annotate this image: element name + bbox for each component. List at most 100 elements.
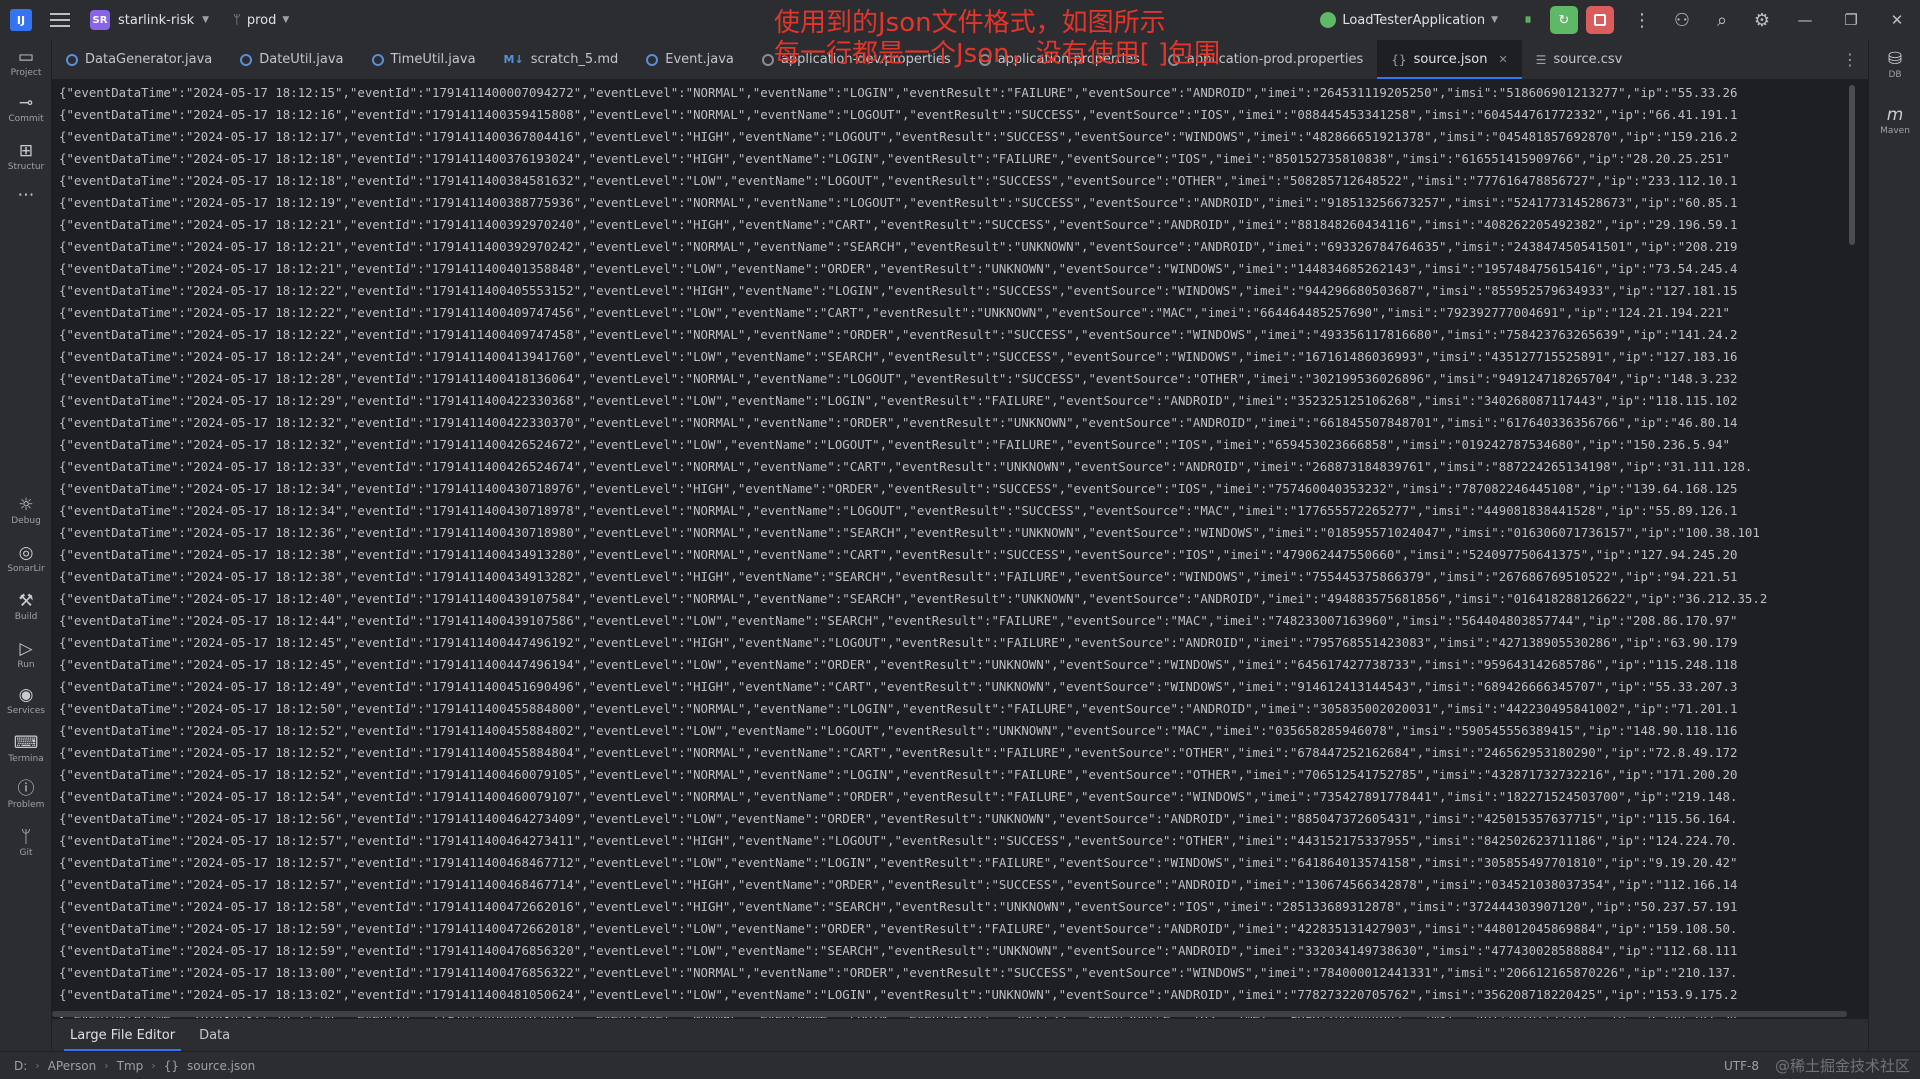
add-user-icon[interactable]: ⚇ bbox=[1662, 0, 1702, 40]
tab-event-java[interactable]: Event.java bbox=[632, 40, 748, 79]
tab-label: DateUtil.java bbox=[259, 52, 344, 67]
code-line: {"eventDataTime":"2024-05-17 18:12:18","… bbox=[59, 151, 1730, 166]
code-line: {"eventDataTime":"2024-05-17 18:12:44","… bbox=[59, 613, 1738, 628]
code-line: {"eventDataTime":"2024-05-17 18:12:18","… bbox=[59, 173, 1738, 188]
tool-label: Termina bbox=[8, 754, 44, 764]
services-icon: ◉ bbox=[18, 685, 34, 705]
build-icon: ⚒ bbox=[18, 591, 34, 611]
project-badge: SR bbox=[90, 10, 110, 30]
file-encoding[interactable]: UTF-8 bbox=[1724, 1059, 1759, 1073]
code-line: {"eventDataTime":"2024-05-17 18:12:59","… bbox=[59, 921, 1738, 936]
tool-label: Project bbox=[10, 68, 42, 78]
tool-folder[interactable]: ▭ Project bbox=[0, 46, 52, 78]
tool-git[interactable]: ᛘ Git bbox=[0, 826, 52, 858]
title-bar-actions: LoadTesterApplication ▼ ⏸ ↻ ⋮ ⚇ ⌕ ⚙ — ❐ … bbox=[1320, 0, 1920, 40]
tab-source-json[interactable]: {} source.json ✕ bbox=[1377, 40, 1523, 79]
horizontal-scrollbar[interactable] bbox=[52, 1010, 1856, 1018]
breadcrumb-item[interactable]: source.json bbox=[187, 1059, 255, 1073]
tab-scratch-5-md[interactable]: M↓ scratch_5.md bbox=[490, 40, 633, 79]
code-line: {"eventDataTime":"2024-05-17 18:12:24","… bbox=[59, 349, 1738, 364]
json-file-icon: {} bbox=[1391, 52, 1407, 67]
settings-gear-icon[interactable]: ⚙ bbox=[1742, 0, 1782, 40]
search-icon[interactable]: ⌕ bbox=[1702, 0, 1742, 40]
tool-terminal[interactable]: ⌨ Termina bbox=[0, 732, 52, 764]
code-line: {"eventDataTime":"2024-05-17 18:12:38","… bbox=[59, 569, 1738, 584]
run-configuration-name: LoadTesterApplication bbox=[1342, 12, 1486, 28]
pause-icon[interactable]: ⏸ bbox=[1514, 6, 1542, 34]
code-line: {"eventDataTime":"2024-05-17 18:12:49","… bbox=[59, 679, 1738, 694]
tab-datagenerator-java[interactable]: DataGenerator.java bbox=[52, 40, 226, 79]
project-selector[interactable]: SR starlink-risk ▼ bbox=[90, 10, 209, 30]
breadcrumb-item[interactable]: Tmp bbox=[117, 1059, 144, 1073]
annotation-line-2: 每一行都是一个Json，没有使用[ ]包围 bbox=[774, 39, 1221, 69]
tab-dateutil-java[interactable]: DateUtil.java bbox=[226, 40, 357, 79]
status-right: UTF-8 @稀土掘金技术社区 bbox=[1724, 1052, 1910, 1079]
branch-selector[interactable]: ᛘ prod ▼ bbox=[233, 13, 289, 28]
code-line: {"eventDataTime":"2024-05-17 18:12:57","… bbox=[59, 877, 1738, 892]
editor-view-tab-large-file-editor[interactable]: Large File Editor bbox=[58, 1019, 187, 1051]
code-line: {"eventDataTime":"2024-05-17 18:12:34","… bbox=[59, 503, 1738, 518]
tool-label: Structur bbox=[7, 162, 45, 172]
annotation-line-1: 使用到的Json文件格式，如图所示 bbox=[774, 8, 1166, 38]
chevron-down-icon: ▼ bbox=[282, 15, 290, 25]
tab-label: TimeUtil.java bbox=[390, 52, 476, 67]
code-line: {"eventDataTime":"2024-05-17 18:12:45","… bbox=[59, 657, 1738, 672]
tool-problems[interactable]: ⓘ Problem bbox=[0, 778, 52, 810]
code-line: {"eventDataTime":"2024-05-17 18:12:22","… bbox=[59, 283, 1738, 298]
tool-commit[interactable]: ⊸ Commit bbox=[0, 92, 52, 124]
java-class-icon bbox=[66, 53, 78, 66]
tool-sonarlint[interactable]: ◎ SonarLir bbox=[0, 542, 52, 574]
tab-label: DataGenerator.java bbox=[85, 52, 213, 67]
tool-run[interactable]: ▷ Run bbox=[0, 638, 52, 670]
tool-label: Build bbox=[14, 612, 38, 622]
tool-label: Problem bbox=[7, 800, 45, 810]
more-actions-icon[interactable]: ⋮ bbox=[1622, 0, 1662, 40]
commit-icon: ⊸ bbox=[18, 93, 34, 113]
java-class-icon bbox=[646, 53, 659, 66]
rerun-button[interactable]: ↻ bbox=[1550, 6, 1578, 34]
code-line: {"eventDataTime":"2024-05-17 18:12:29","… bbox=[59, 393, 1738, 408]
tool-build[interactable]: ⚒ Build bbox=[0, 590, 52, 622]
breadcrumb-item[interactable]: D: bbox=[14, 1059, 27, 1073]
status-bar: D: › APerson › Tmp › {} source.json UTF-8 @稀土掘金… bbox=[0, 1051, 1920, 1079]
run-configuration-selector[interactable]: LoadTesterApplication ▼ bbox=[1320, 12, 1498, 28]
database-icon: ⛁ bbox=[1887, 49, 1903, 69]
tool-label: SonarLir bbox=[7, 564, 45, 574]
main-menu-icon[interactable] bbox=[50, 13, 70, 27]
code-line: {"eventDataTime":"2024-05-17 18:12:22","… bbox=[59, 327, 1738, 342]
tool-label: Run bbox=[17, 660, 35, 670]
tool-label: Debug bbox=[11, 516, 41, 526]
tool-database[interactable]: ⛁ DB bbox=[1869, 48, 1920, 80]
json-file-icon: {} bbox=[163, 1058, 179, 1073]
tool-maven[interactable]: m Maven bbox=[1869, 104, 1920, 136]
tool-services[interactable]: ◉ Services bbox=[0, 684, 52, 716]
editor-view-tab-data[interactable]: Data bbox=[187, 1019, 242, 1051]
tab-source-csv[interactable]: ☰ source.csv bbox=[1522, 40, 1637, 79]
restore-button[interactable]: ❐ bbox=[1828, 0, 1874, 40]
intellij-logo-icon[interactable]: IJ bbox=[10, 9, 32, 31]
code-line: {"eventDataTime":"2024-05-17 18:12:50","… bbox=[59, 701, 1738, 716]
code-line: {"eventDataTime":"2024-05-17 18:12:57","… bbox=[59, 855, 1738, 870]
vertical-scrollbar[interactable] bbox=[1848, 81, 1856, 1018]
tab-timeutil-java[interactable]: TimeUtil.java bbox=[358, 40, 490, 79]
tab-label: scratch_5.md bbox=[530, 52, 619, 67]
tool-structure[interactable]: ⊞ Structur bbox=[0, 140, 52, 172]
breadcrumb-item[interactable]: APerson bbox=[48, 1059, 97, 1073]
tool-more[interactable]: ⋯ bbox=[0, 184, 52, 206]
java-class-icon bbox=[371, 53, 384, 66]
code-line: {"eventDataTime":"2024-05-17 18:12:19","… bbox=[59, 195, 1738, 210]
debug-icon: ☼ bbox=[18, 495, 34, 515]
minimize-button[interactable]: — bbox=[1782, 0, 1828, 40]
stop-button[interactable] bbox=[1586, 6, 1614, 34]
breadcrumb: D: › APerson › Tmp › {} source.json bbox=[14, 1059, 255, 1073]
code-line: {"eventDataTime":"2024-05-17 18:12:33","… bbox=[59, 459, 1753, 474]
chevron-right-icon: › bbox=[35, 1059, 40, 1072]
close-window-button[interactable]: ✕ bbox=[1874, 0, 1920, 40]
tab-overflow-icon[interactable]: ⋮ bbox=[1832, 40, 1868, 79]
tool-label: DB bbox=[1888, 70, 1902, 80]
code-line: {"eventDataTime":"2024-05-17 18:12:15","… bbox=[59, 85, 1738, 100]
left-tool-window-bar: ▭ Project ⊸ Commit ⊞ Structur ⋯ ☼ Debug ◎ SonarLir… bbox=[0, 40, 52, 1051]
editor-content[interactable]: {"eventDataTime":"2024-05-17 18:13:04","… bbox=[52, 81, 1856, 1018]
tool-debug[interactable]: ☼ Debug bbox=[0, 494, 52, 526]
close-tab-icon[interactable]: ✕ bbox=[1498, 53, 1507, 66]
